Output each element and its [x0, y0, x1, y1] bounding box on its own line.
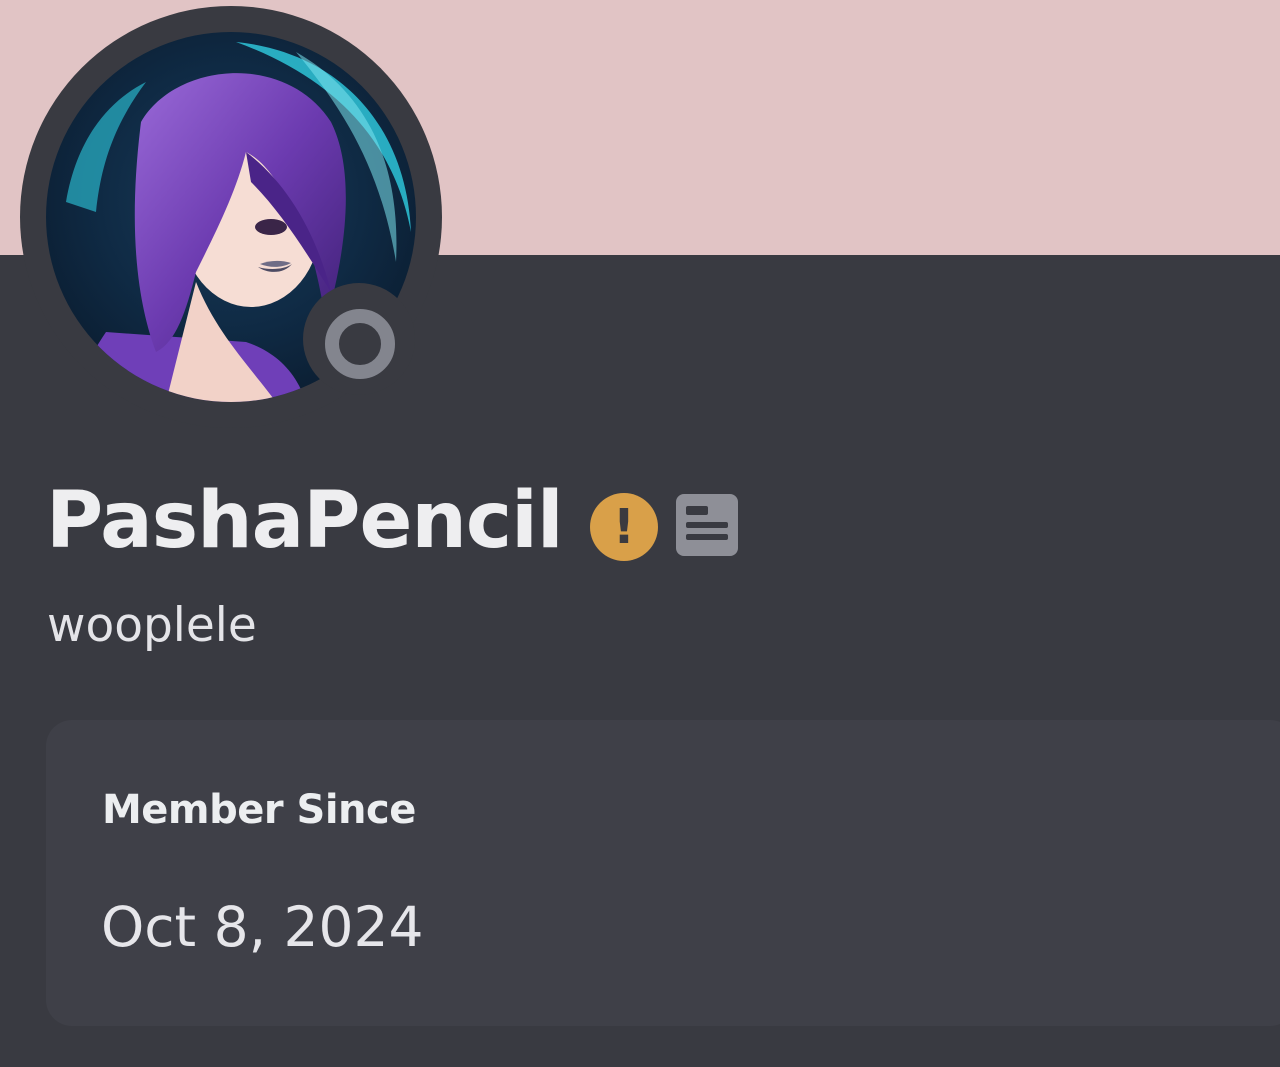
member-since-card: Member Since Oct 8, 2024 [46, 720, 1280, 1026]
display-name: PashaPencil [46, 476, 564, 566]
id-card-icon[interactable] [676, 494, 738, 556]
member-since-label: Member Since [102, 787, 416, 833]
member-since-date: Oct 8, 2024 [101, 895, 424, 959]
offline-status-icon [325, 309, 395, 379]
username: wooplele [47, 598, 257, 653]
exclamation-circle-icon[interactable]: ! [590, 493, 658, 561]
